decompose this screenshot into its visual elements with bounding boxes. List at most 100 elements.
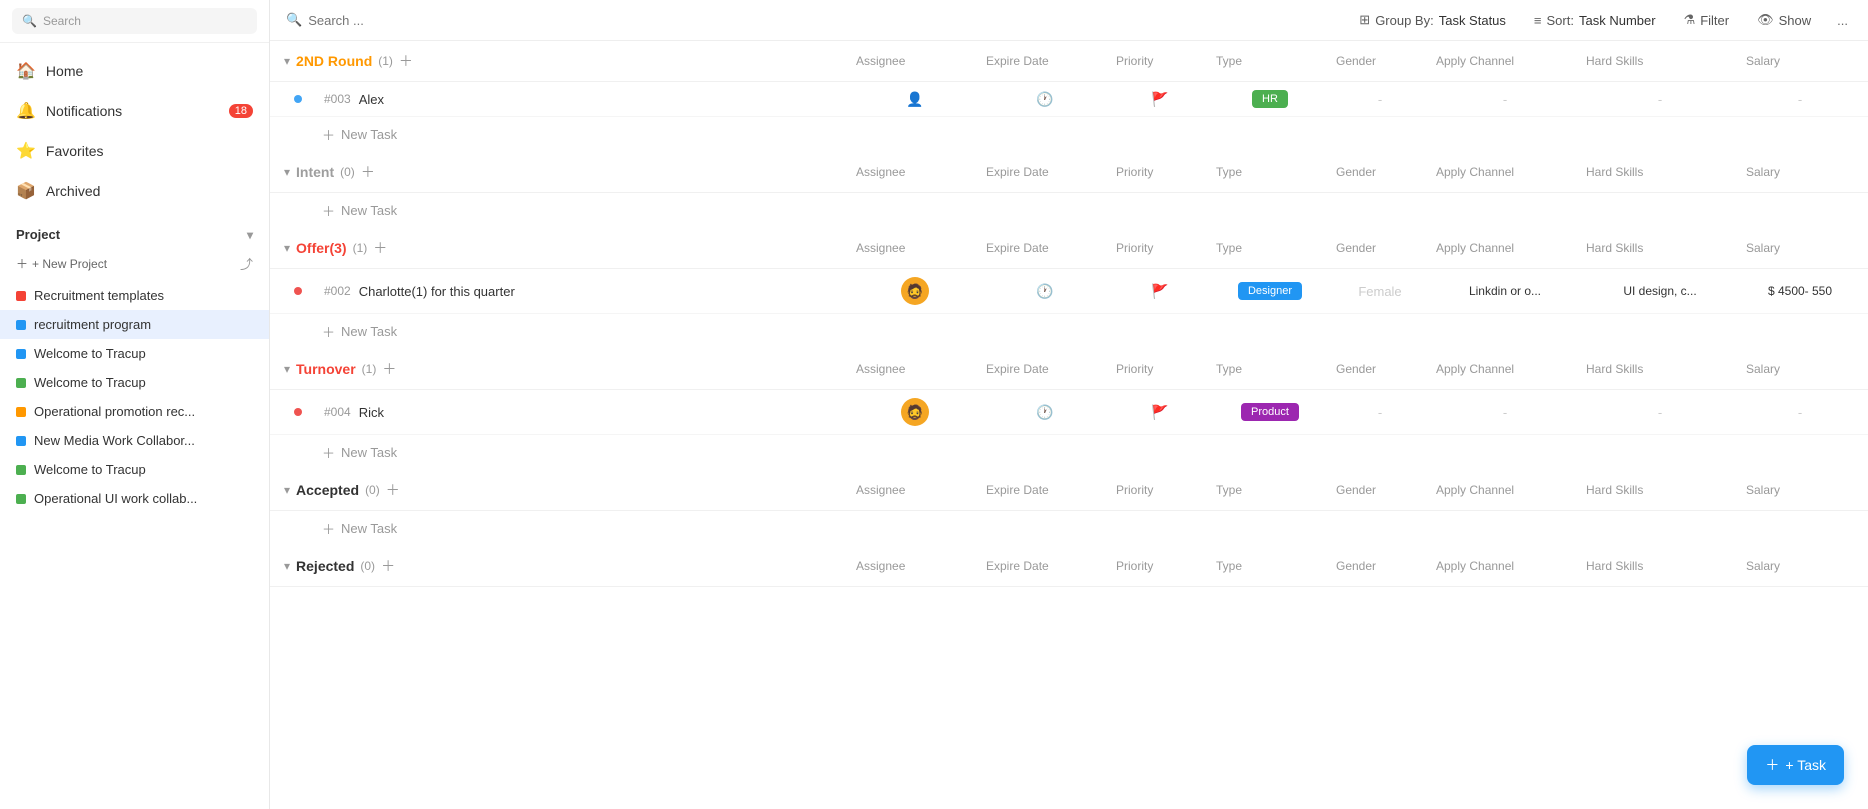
task-table: ▾ 2ND Round (1) ＋ Assignee Expire Date P… [270,41,1868,809]
collapse-button[interactable]: ▾ [284,165,290,179]
col-apply-channel: Apply Channel [1430,473,1580,507]
group-by-button[interactable]: ⊞ Group By: Task Status [1353,8,1512,32]
col-type: Type [1210,352,1330,386]
sort-button[interactable]: ≡ Sort: Task Number [1528,9,1662,32]
plus-icon: ＋ [322,125,335,144]
task-gender-cell: - [1330,84,1430,115]
group-add-button[interactable]: ＋ [361,162,375,182]
sidebar-search[interactable]: 🔍 Search [12,8,257,34]
plus-icon: ＋ [322,322,335,341]
project-item-0[interactable]: Recruitment templates [0,281,269,310]
add-task-label: + Task [1785,757,1826,773]
table-row[interactable]: #003 Alex 👤 🕐 🚩 HR - - - [270,82,1868,117]
project-item-5[interactable]: New Media Work Collabor... [0,426,269,455]
toolbar-search[interactable]: 🔍 [286,12,686,28]
toolbar: 🔍 ⊞ Group By: Task Status ≡ Sort: Task N… [270,0,1868,41]
group-title-cell: ▾ Offer(3) (1) ＋ [278,228,850,268]
new-task-row-turnover[interactable]: ＋ New Task [270,435,1868,470]
add-task-button[interactable]: ＋ + Task [1747,745,1844,785]
gender-value: - [1378,405,1382,420]
col-hard-skills: Hard Skills [1580,473,1740,507]
sidebar-nav: 🏠 Home 🔔 Notifications 18 ⭐ Favorites 📦 … [0,43,269,219]
new-task-label: New Task [341,203,397,218]
sidebar-item-archived[interactable]: 📦 Archived [0,171,269,211]
sidebar-search-label: Search [43,14,81,28]
sidebar-item-notifications[interactable]: 🔔 Notifications 18 [0,91,269,131]
group-count: (0) [365,483,380,497]
new-task-row-offer[interactable]: ＋ New Task [270,314,1868,349]
col-apply-channel: Apply Channel [1430,352,1580,386]
col-assignee: Assignee [850,473,980,507]
sidebar-item-favorites[interactable]: ⭐ Favorites [0,131,269,171]
col-expire-date: Expire Date [980,44,1110,78]
project-item-2[interactable]: Welcome to Tracup [0,339,269,368]
table-row[interactable]: #004 Rick 🧔 🕐 🚩 Product - - - [270,390,1868,435]
search-input[interactable] [308,13,508,28]
type-badge: Product [1241,403,1299,421]
col-gender: Gender [1330,231,1430,265]
show-button[interactable]: 👁 Show [1751,8,1817,32]
col-hard-skills: Hard Skills [1580,549,1740,583]
task-status-dot [294,95,302,103]
table-row[interactable]: #002 Charlotte(1) for this quarter 🧔 🕐 🚩… [270,269,1868,314]
collapse-button[interactable]: ▾ [284,54,290,68]
col-priority: Priority [1110,549,1210,583]
more-options-button[interactable]: ... [1833,9,1852,32]
task-checkbox-cell [278,400,318,424]
group-add-button[interactable]: ＋ [381,556,395,576]
col-expire-date: Expire Date [980,473,1110,507]
task-hard-skills-cell: - [1580,84,1740,115]
project-section-header[interactable]: Project ▾ [0,219,269,250]
col-gender: Gender [1330,549,1430,583]
project-item-1[interactable]: recruitment program [0,310,269,339]
sort-value: Task Number [1579,13,1656,28]
group-title: Rejected [296,558,354,574]
group-add-button[interactable]: ＋ [386,480,400,500]
plus-icon: ＋ [16,255,28,272]
bell-icon: 🔔 [16,101,36,121]
col-expire-date: Expire Date [980,549,1110,583]
project-item-4[interactable]: Operational promotion rec... [0,397,269,426]
group-count: (1) [378,54,393,68]
group-title: Intent [296,164,334,180]
col-apply-channel: Apply Channel [1430,155,1580,189]
import-icon[interactable]: ⤴ [240,254,253,273]
archive-icon: 📦 [16,181,36,201]
task-type-cell: Product [1210,395,1330,429]
task-status-dot [294,287,302,295]
hard-skills-value: - [1658,92,1662,107]
group-add-button[interactable]: ＋ [373,238,387,258]
filter-button[interactable]: ⚗ Filter [1678,8,1736,32]
new-task-row-intent[interactable]: ＋ New Task [270,193,1868,228]
collapse-button[interactable]: ▾ [284,483,290,497]
collapse-button[interactable]: ▾ [284,559,290,573]
task-name-cell: #002 Charlotte(1) for this quarter [318,276,850,307]
project-dot [16,494,26,504]
col-assignee: Assignee [850,44,980,78]
collapse-button[interactable]: ▾ [284,241,290,255]
collapse-button[interactable]: ▾ [284,362,290,376]
project-dot [16,291,26,301]
task-checkbox-cell [278,279,318,303]
project-actions: ＋ + New Project ⤴ [0,250,269,281]
group-add-button[interactable]: ＋ [382,359,396,379]
task-apply-channel-cell: - [1430,397,1580,428]
project-item-7[interactable]: Operational UI work collab... [0,484,269,513]
group-add-button[interactable]: ＋ [399,51,413,71]
plus-icon: ＋ [322,519,335,538]
project-dot [16,320,26,330]
sidebar-item-home[interactable]: 🏠 Home [0,51,269,91]
clock-icon: 🕐 [1036,283,1053,300]
new-project-button[interactable]: ＋ + New Project [16,255,107,272]
project-dot [16,349,26,359]
col-priority: Priority [1110,231,1210,265]
col-apply-channel: Apply Channel [1430,549,1580,583]
project-item-6[interactable]: Welcome to Tracup [0,455,269,484]
task-salary-cell: $ 4500- 550 [1740,276,1860,306]
apply-channel-value: Linkdin or o... [1469,284,1541,298]
new-task-row-2nd-round[interactable]: ＋ New Task [270,117,1868,152]
col-hard-skills: Hard Skills [1580,155,1740,189]
search-icon: 🔍 [286,12,302,28]
project-item-3[interactable]: Welcome to Tracup [0,368,269,397]
new-task-row-accepted[interactable]: ＋ New Task [270,511,1868,546]
